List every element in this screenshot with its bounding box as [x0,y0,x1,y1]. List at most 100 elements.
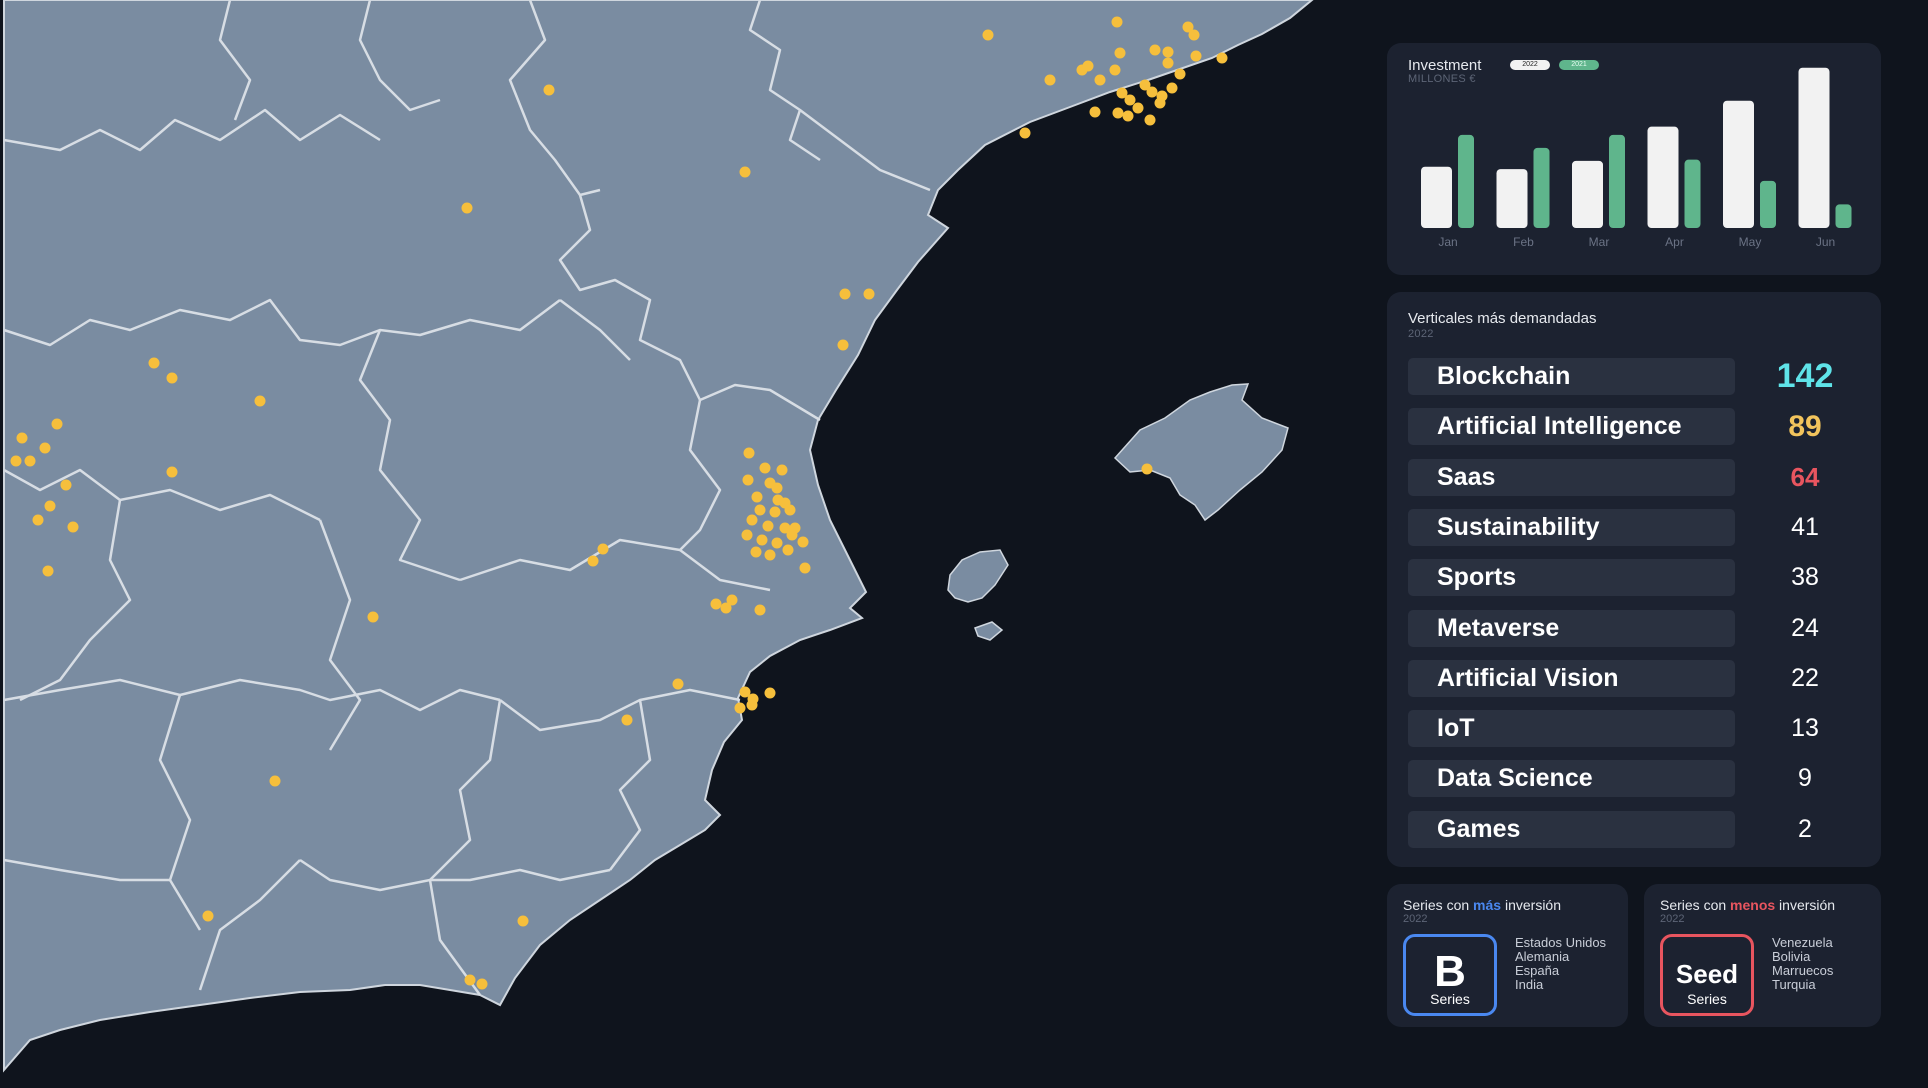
startup-marker[interactable] [1094,74,1106,86]
startup-marker[interactable] [543,84,555,96]
startup-marker[interactable] [746,514,758,526]
startup-marker[interactable] [1141,463,1153,475]
startup-marker[interactable] [1089,106,1101,118]
startup-marker[interactable] [202,910,214,922]
startup-marker[interactable] [1109,64,1121,76]
startup-marker[interactable] [839,288,851,300]
startup-marker[interactable] [461,202,473,214]
vertical-row[interactable]: Saas 64 [1408,458,1860,496]
startup-marker[interactable] [1162,57,1174,69]
bar-2022-feb[interactable] [1496,169,1528,228]
startup-marker[interactable] [1162,46,1174,58]
startup-marker[interactable] [1144,114,1156,126]
vertical-row[interactable]: Blockchain 142 [1408,358,1860,395]
startup-marker[interactable] [1146,86,1158,98]
startup-marker[interactable] [24,455,36,467]
startup-marker[interactable] [710,598,722,610]
vertical-row[interactable]: Artificial Intelligence 89 [1408,408,1860,446]
startup-marker[interactable] [771,482,783,494]
startup-marker[interactable] [597,543,609,555]
startup-marker[interactable] [1124,94,1136,106]
startup-marker[interactable] [751,491,763,503]
startup-marker[interactable] [1190,50,1202,62]
startup-marker[interactable] [148,357,160,369]
bar-2022-mar[interactable] [1572,160,1603,228]
bar-2022-apr[interactable] [1647,126,1679,228]
startup-marker[interactable] [762,520,774,532]
startup-marker[interactable] [754,504,766,516]
startup-marker[interactable] [799,562,811,574]
bar-2021-jan[interactable] [1458,134,1474,228]
vertical-row[interactable]: Games 2 [1408,810,1860,848]
startup-marker[interactable] [837,339,849,351]
startup-marker[interactable] [517,915,529,927]
startup-marker[interactable] [754,604,766,616]
startup-marker[interactable] [1132,102,1144,114]
startup-marker[interactable] [476,978,488,990]
series-seed-badge[interactable]: Seed Series [1660,934,1754,1016]
startup-marker[interactable] [746,699,758,711]
startup-marker[interactable] [621,714,633,726]
startup-marker[interactable] [734,702,746,714]
startup-marker[interactable] [797,536,809,548]
startup-marker[interactable] [1019,127,1031,139]
bar-2021-may[interactable] [1760,180,1776,228]
startup-marker[interactable] [771,537,783,549]
bar-2022-jun[interactable] [1798,67,1830,228]
startup-marker[interactable] [42,565,54,577]
startup-marker[interactable] [1122,110,1134,122]
startup-marker[interactable] [1174,68,1186,80]
startup-marker[interactable] [720,602,732,614]
bar-2022-jan[interactable] [1421,166,1452,228]
bar-2022-may[interactable] [1723,100,1754,228]
startup-marker[interactable] [776,464,788,476]
startup-marker[interactable] [16,432,28,444]
startup-marker[interactable] [1114,47,1126,59]
vertical-row[interactable]: Sports 38 [1408,559,1860,597]
startup-marker[interactable] [166,372,178,384]
startup-marker[interactable] [742,474,754,486]
startup-marker[interactable] [672,678,684,690]
startup-marker[interactable] [1216,52,1228,64]
series-b-badge[interactable]: B Series [1403,934,1497,1016]
vertical-row[interactable]: IoT 13 [1408,710,1860,748]
startup-marker[interactable] [51,418,63,430]
startup-marker[interactable] [782,544,794,556]
startup-marker[interactable] [60,479,72,491]
startup-marker[interactable] [166,466,178,478]
bar-2021-mar[interactable] [1609,134,1625,228]
vertical-row[interactable]: Sustainability 41 [1408,508,1860,546]
startup-marker[interactable] [759,462,771,474]
startup-marker[interactable] [1166,82,1178,94]
bar-2021-apr[interactable] [1684,159,1701,228]
startup-marker[interactable] [779,497,791,509]
startup-marker[interactable] [1082,60,1094,72]
startup-marker[interactable] [764,549,776,561]
startup-marker[interactable] [1044,74,1056,86]
startup-marker[interactable] [464,974,476,986]
startup-marker[interactable] [1112,107,1124,119]
vertical-row[interactable]: Data Science 9 [1408,760,1860,798]
startup-marker[interactable] [44,500,56,512]
bar-2021-jun[interactable] [1835,204,1852,228]
bar-2021-feb[interactable] [1533,147,1550,228]
startup-marker[interactable] [1111,16,1123,28]
startup-marker[interactable] [764,687,776,699]
startup-marker[interactable] [32,514,44,526]
startup-marker[interactable] [10,455,22,467]
startup-marker[interactable] [756,534,768,546]
startup-marker[interactable] [982,29,994,41]
startup-marker[interactable] [863,288,875,300]
startup-marker[interactable] [743,447,755,459]
startup-marker[interactable] [254,395,266,407]
startup-marker[interactable] [739,166,751,178]
startup-marker[interactable] [269,775,281,787]
vertical-row[interactable]: Metaverse 24 [1408,609,1860,647]
startup-marker[interactable] [741,529,753,541]
vertical-row[interactable]: Artificial Vision 22 [1408,659,1860,697]
startup-marker[interactable] [1149,44,1161,56]
startup-marker[interactable] [1156,90,1168,102]
startup-marker[interactable] [789,522,801,534]
startup-marker[interactable] [1188,29,1200,41]
startup-marker[interactable] [769,506,781,518]
